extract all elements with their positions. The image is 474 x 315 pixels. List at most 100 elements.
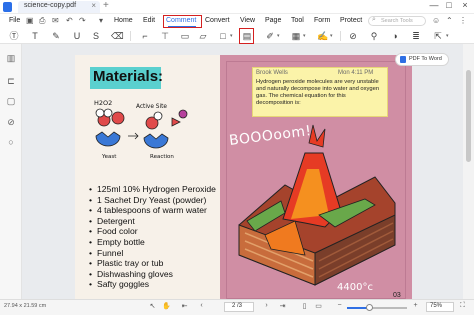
menu-tool[interactable]: Tool (291, 17, 304, 24)
fullscreen-icon[interactable]: ⛶ (458, 302, 467, 310)
typewriter-icon[interactable]: T (29, 30, 41, 42)
note-author: Brook Wells (256, 70, 288, 76)
print-icon[interactable]: ⎙ (39, 16, 45, 26)
yeast-label: Yeast (101, 154, 117, 160)
add-tab-icon[interactable]: + (103, 0, 109, 11)
underline-icon[interactable]: U (71, 30, 83, 42)
page-number-value: 2 /3 (232, 303, 243, 309)
list-item: Plastic tray or tub (89, 258, 219, 269)
list-item: Dishwashing gloves (89, 269, 219, 280)
comment-panel-icon[interactable]: ▢ (5, 95, 17, 107)
zoom-out-icon[interactable]: − (335, 302, 344, 309)
sticky-note-highlight-outline (239, 28, 254, 44)
callout-icon[interactable]: ⌐ (139, 30, 151, 42)
textbox-icon[interactable]: ⊤ (159, 30, 171, 42)
list-item: Safty goggles (89, 279, 219, 290)
signature-caret-icon[interactable]: ▾ (330, 33, 333, 39)
menu-home[interactable]: Home (114, 17, 133, 24)
attachment-panel-icon[interactable]: ⊘ (5, 116, 17, 128)
hand-tool-icon[interactable]: ✋ (162, 302, 171, 310)
comment-list-icon[interactable]: ≣ (410, 30, 422, 42)
hide-comments-icon[interactable]: ◑ (389, 30, 401, 42)
menu-convert[interactable]: Convert (205, 17, 230, 24)
scrollbar-thumb[interactable] (466, 70, 471, 162)
quick-access-caret-icon[interactable]: ▾ (99, 16, 103, 25)
text-comment-icon[interactable]: Ⓣ (8, 30, 20, 42)
stamp-caret-icon[interactable]: ▾ (303, 33, 306, 39)
signature-icon[interactable]: ✍ (317, 30, 329, 42)
temperature-text: 4400°c (337, 282, 373, 293)
app-logo-icon (3, 2, 12, 12)
toolbar-separator (340, 31, 341, 41)
last-page-icon[interactable]: ⇥ (278, 302, 287, 310)
h2o2-label: H2O2 (94, 99, 112, 107)
maximize-button[interactable]: □ (443, 0, 455, 10)
area-icon[interactable]: ▭ (179, 30, 191, 42)
pencil-icon[interactable]: ✐ (264, 30, 276, 42)
search-icon: ⌕ (372, 16, 376, 23)
mail-icon[interactable]: ✉ (52, 16, 59, 25)
save-icon[interactable]: ▣ (26, 16, 34, 25)
next-page-icon[interactable]: › (262, 302, 271, 309)
document-tab[interactable]: science-copy.pdf × (18, 1, 100, 13)
zoom-slider-knob[interactable] (366, 304, 373, 311)
bookmark-icon[interactable]: ⊏ (5, 75, 17, 87)
previous-page-icon[interactable]: ‹ (197, 302, 206, 309)
note-timestamp: Mon 4:11 PM (338, 70, 374, 76)
measure-icon[interactable]: ▱ (197, 30, 209, 42)
pdf-to-word-label: PDF To Word (409, 56, 442, 62)
materials-list: 125ml 10% Hydrogen Peroxide 1 Sachet Dry… (89, 184, 219, 290)
list-item: Food color (89, 226, 219, 237)
close-tab-icon[interactable]: × (91, 1, 96, 10)
list-item: 1 Sachet Dry Yeast (powder) (89, 195, 219, 206)
reaction-label: Reaction (150, 154, 174, 160)
search-panel-icon[interactable]: ○ (5, 136, 17, 148)
list-item: 4 tablespoons of warm water (89, 205, 219, 216)
highlight-icon[interactable]: ✎ (50, 30, 62, 42)
link-icon[interactable]: ⚲ (368, 30, 380, 42)
select-cursor-icon[interactable]: ↖ (148, 302, 157, 310)
strikethrough-icon[interactable]: S (90, 30, 102, 42)
eraser-icon[interactable]: ⌫ (111, 30, 124, 42)
pdf-editor-window: science-copy.pdf × + — □ × File ▣ ⎙ ✉ ↶ … (0, 0, 474, 315)
comment-active-underline (168, 26, 196, 27)
active-site-label: Active Site (136, 104, 167, 110)
stamp-icon[interactable]: ▦ (290, 30, 302, 42)
export-comments-icon[interactable]: ⇱ (432, 30, 444, 42)
single-page-icon[interactable]: ▯ (300, 302, 309, 310)
shape-caret-icon[interactable]: ▾ (230, 33, 233, 39)
close-window-button[interactable]: × (459, 0, 471, 10)
document-tab-title: science-copy.pdf (24, 2, 77, 9)
list-item: Funnel (89, 248, 219, 259)
shape-icon[interactable]: □ (217, 30, 229, 42)
note-body[interactable]: Hydrogen peroxide molecules are very uns… (256, 79, 384, 107)
list-item: Empty bottle (89, 237, 219, 248)
undo-icon[interactable]: ↶ (66, 16, 73, 25)
toolbar-separator (130, 31, 131, 41)
zoom-in-icon[interactable]: + (411, 302, 420, 309)
materials-heading: Materials: (93, 68, 164, 85)
collapse-ribbon-icon[interactable]: ⌃ (446, 16, 453, 25)
menu-form[interactable]: Form (314, 17, 330, 24)
first-page-icon[interactable]: ⇤ (180, 302, 189, 310)
fit-width-icon[interactable]: ▭ (314, 302, 323, 310)
enzyme-illustration: H2O2 Active Site Yeast Reaction (94, 99, 188, 160)
menu-file[interactable]: File (9, 17, 20, 24)
export-caret-icon[interactable]: ▾ (446, 33, 449, 39)
redo-icon[interactable]: ↷ (79, 16, 86, 25)
menu-view[interactable]: View (240, 17, 255, 24)
minimize-button[interactable]: — (428, 0, 440, 10)
menu-page[interactable]: Page (265, 17, 281, 24)
menu-edit[interactable]: Edit (143, 17, 155, 24)
list-item: Detergent (89, 216, 219, 227)
more-options-icon[interactable]: ⋮ (459, 16, 467, 25)
pencil-caret-icon[interactable]: ▾ (277, 33, 280, 39)
attachment-icon[interactable]: ⊘ (347, 30, 359, 42)
page-dimensions: 27.94 x 21.59 cm (4, 303, 47, 309)
thumbnail-icon[interactable]: ▥ (5, 52, 17, 64)
menu-protect[interactable]: Protect (340, 17, 362, 24)
account-icon[interactable]: ☺ (432, 16, 440, 25)
search-tools-placeholder: Search Tools (381, 18, 413, 24)
page-number-label: 03 (393, 292, 401, 299)
list-item: 125ml 10% Hydrogen Peroxide (89, 184, 219, 195)
